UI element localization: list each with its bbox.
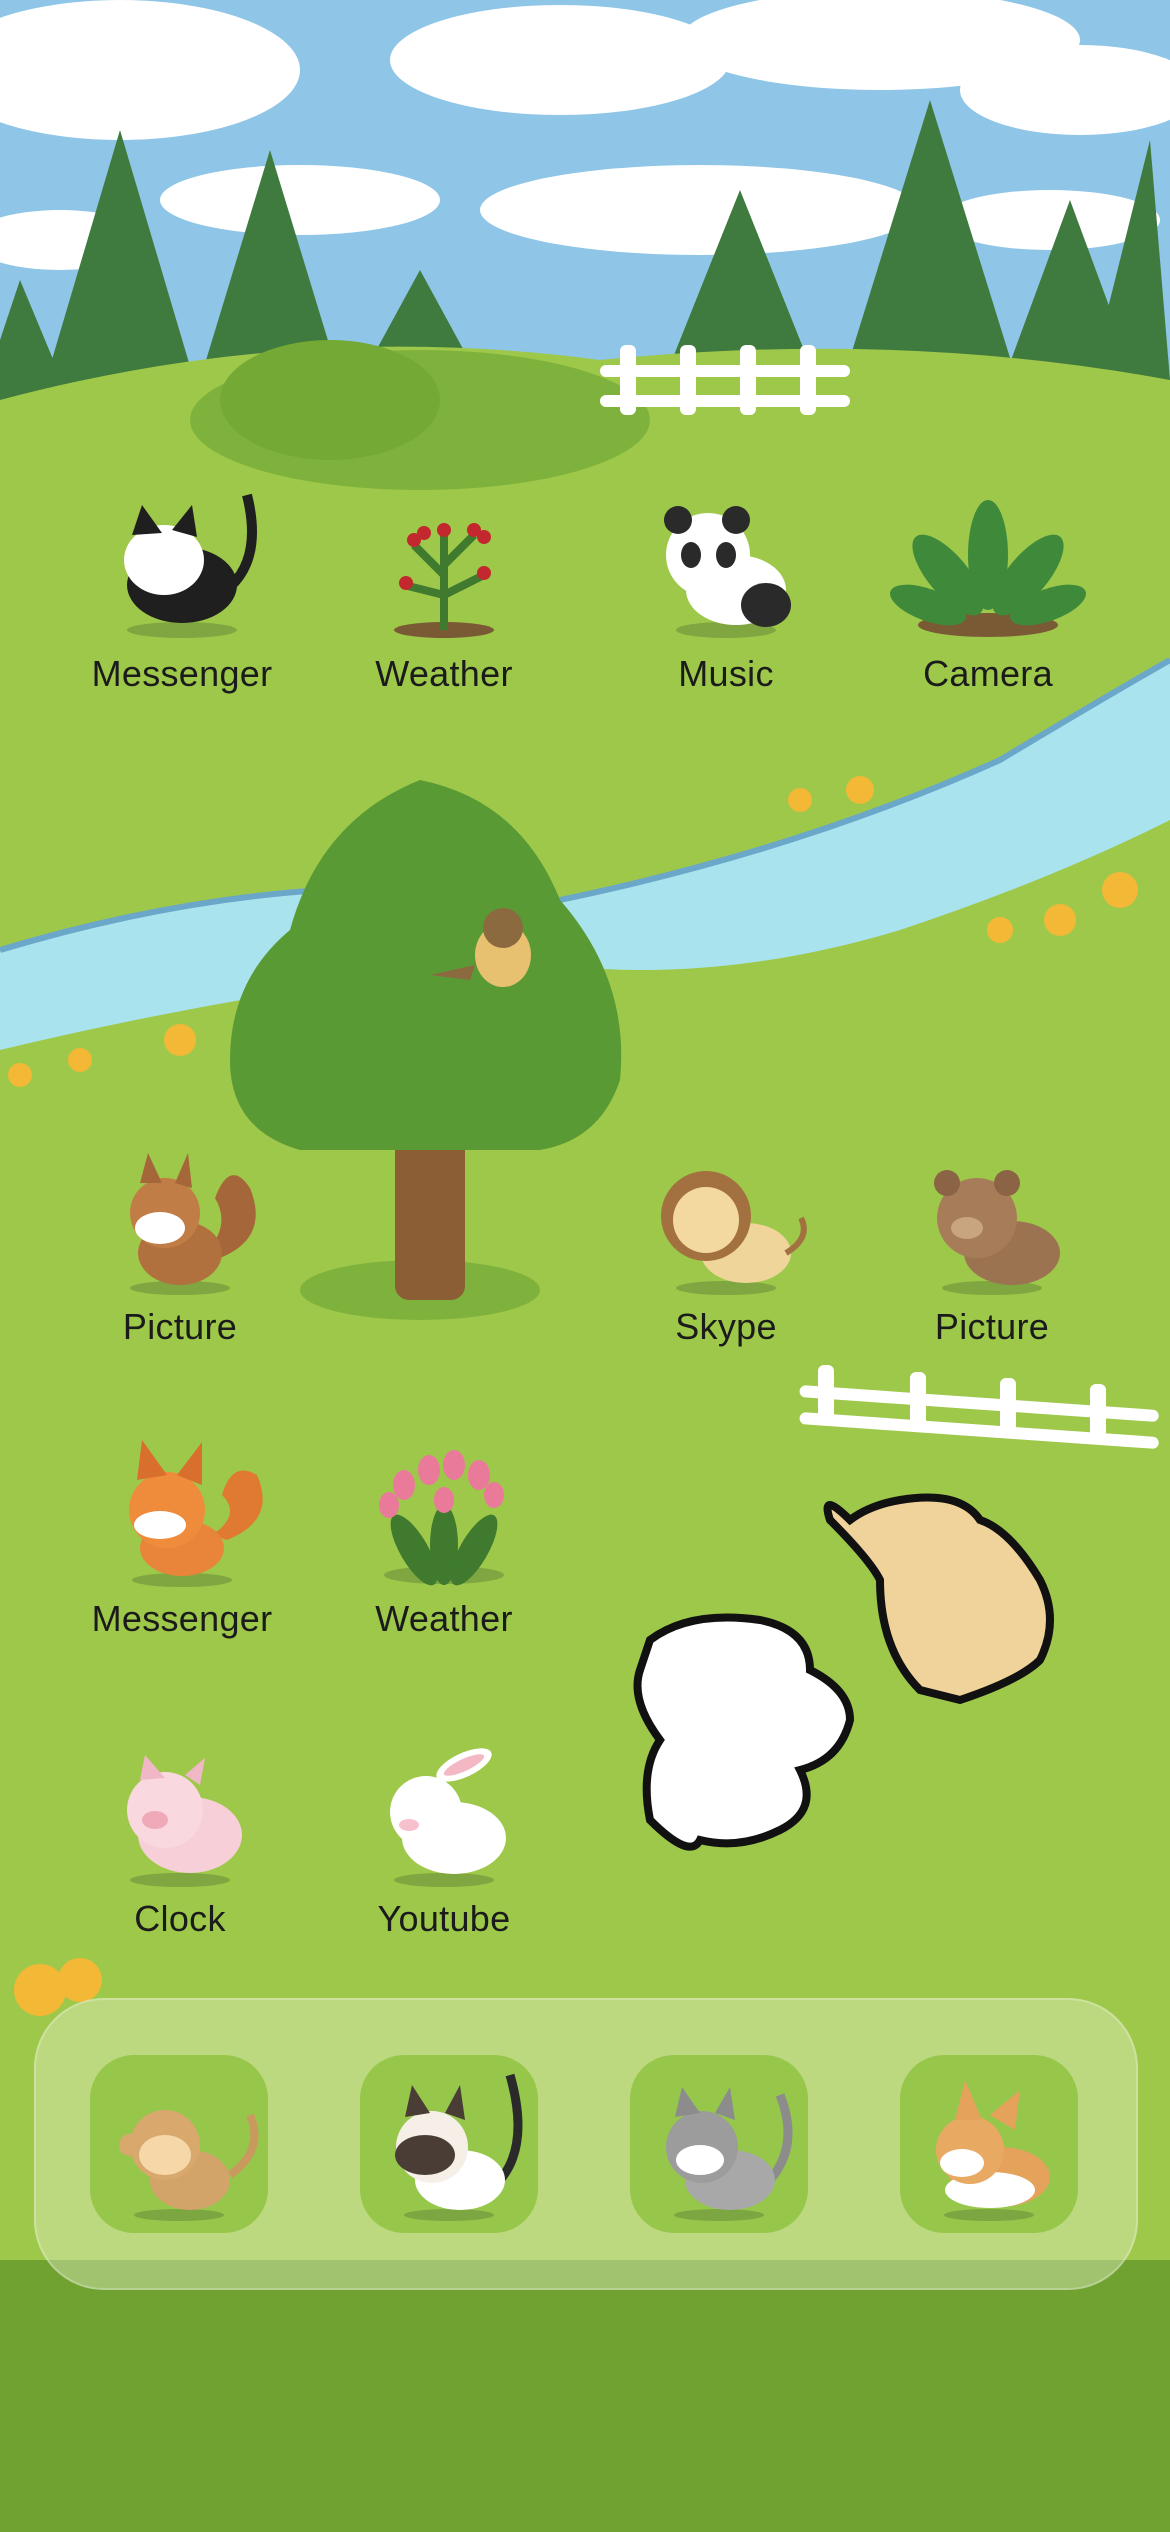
dock-app-monkey[interactable] bbox=[90, 2055, 268, 2233]
monkey-icon bbox=[119, 2110, 259, 2221]
black-white-cat-icon bbox=[124, 493, 257, 638]
app-camera[interactable]: Camera bbox=[888, 475, 1088, 695]
app-music[interactable]: Music bbox=[626, 475, 826, 695]
app-label: Picture bbox=[122, 1306, 238, 1347]
app-label: Clock bbox=[134, 1898, 226, 1939]
app-picture[interactable]: Picture bbox=[80, 1128, 280, 1348]
brown-bear-icon bbox=[934, 1170, 1060, 1295]
dock-app-siamese-cat[interactable] bbox=[360, 2055, 538, 2233]
app-clock[interactable]: Clock bbox=[80, 1720, 280, 1940]
panda-icon bbox=[664, 506, 791, 638]
app-picture[interactable]: Picture bbox=[892, 1128, 1092, 1348]
app-label: Weather bbox=[375, 653, 513, 694]
squirrel-icon bbox=[130, 1153, 256, 1295]
siamese-cat-icon bbox=[395, 2073, 523, 2221]
tabby-cat-icon bbox=[666, 2087, 793, 2221]
app-label: Camera bbox=[923, 653, 1053, 694]
dock-app-tabby-cat[interactable] bbox=[630, 2055, 808, 2233]
app-label: Messenger bbox=[91, 1598, 273, 1639]
app-label: Youtube bbox=[377, 1898, 511, 1939]
app-messenger[interactable]: Messenger bbox=[82, 1420, 282, 1640]
app-label: Weather bbox=[375, 1598, 513, 1639]
pig-icon bbox=[127, 1755, 242, 1887]
corgi-icon bbox=[936, 2080, 1050, 2221]
app-skype[interactable]: Skype bbox=[626, 1128, 826, 1348]
dock-app-corgi[interactable] bbox=[900, 2055, 1078, 2233]
berry-bush-icon bbox=[394, 523, 494, 638]
app-label: Skype bbox=[675, 1306, 777, 1347]
app-youtube[interactable]: Youtube bbox=[344, 1720, 544, 1940]
app-label: Picture bbox=[934, 1306, 1050, 1347]
app-weather[interactable]: Weather bbox=[344, 475, 544, 695]
lion-icon bbox=[661, 1171, 807, 1295]
app-messenger[interactable]: Messenger bbox=[82, 475, 282, 695]
bunny-icon bbox=[390, 1748, 506, 1887]
app-label: Music bbox=[678, 653, 774, 694]
hosta-plant-icon bbox=[890, 500, 1086, 637]
app-label: Messenger bbox=[91, 653, 273, 694]
app-weather[interactable]: Weather bbox=[344, 1420, 544, 1640]
tulip-plant-icon bbox=[379, 1450, 504, 1586]
fox-icon bbox=[129, 1440, 263, 1587]
